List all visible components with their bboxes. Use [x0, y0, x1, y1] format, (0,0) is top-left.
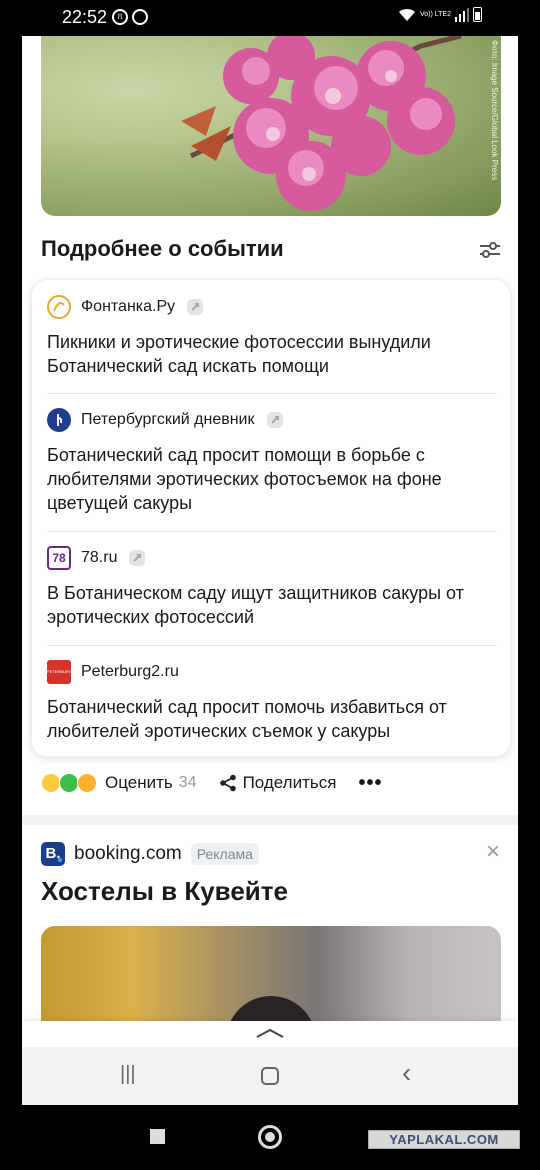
- app-nav-bar: ||| ‹: [22, 1047, 518, 1105]
- news-title: Пикники и эротические фотосессии вынудил…: [47, 332, 431, 376]
- 78-icon: 78: [47, 546, 71, 570]
- home-button[interactable]: [260, 1066, 280, 1086]
- divider: [47, 645, 497, 646]
- photo-credit: Фото: Image Source/Global Look Press: [490, 40, 499, 181]
- home-circle-icon[interactable]: [258, 1125, 282, 1149]
- rocket-icon: [187, 299, 204, 315]
- laugh-emoji-icon: [41, 773, 61, 793]
- recents-button[interactable]: |||: [120, 1063, 136, 1086]
- network-label: Vo)) LTE2: [420, 10, 451, 18]
- peterburg2-icon: PETERBURG: [47, 660, 71, 684]
- share-icon: [219, 774, 236, 792]
- clock: 22:52: [62, 7, 108, 27]
- source-name: Фонтанка.Ру: [81, 298, 176, 315]
- source-name: 78.ru: [81, 549, 118, 566]
- feed-separator: [22, 815, 518, 825]
- surprised-emoji-icon: [77, 773, 97, 793]
- news-title: Ботанический сад просит помощи в борьбе …: [47, 445, 442, 513]
- app-screen: Фото: Image Source/Global Look Press Под…: [22, 36, 518, 1105]
- rate-button[interactable]: Оценить: [105, 773, 173, 793]
- chevron-up-icon: [256, 1028, 284, 1038]
- action-row: Оценить 34 Поделиться •••: [41, 769, 382, 797]
- signal-icon: [455, 7, 469, 22]
- shield-icon: [132, 9, 148, 25]
- thumbs-up-emoji-icon: [59, 773, 79, 793]
- source-name: Петербургский дневник: [81, 411, 255, 428]
- ad-header[interactable]: B. booking.com Реклама: [41, 842, 259, 866]
- source-name: Peterburg2.ru: [81, 663, 179, 680]
- related-news-card: Фонтанка.Ру Пикники и эротические фотосе…: [31, 279, 511, 757]
- bottom-sheet-handle[interactable]: [22, 1021, 518, 1047]
- pi-icon: π: [112, 9, 128, 25]
- section-title: Подробнее о событии: [41, 236, 284, 261]
- fontanka-icon: [47, 295, 71, 319]
- wifi-icon: [399, 8, 415, 21]
- news-item[interactable]: 78 78.ru В Ботаническом саду ищут защитн…: [47, 546, 497, 629]
- close-icon[interactable]: ×: [486, 840, 500, 864]
- news-title: В Ботаническом саду ищут защитников саку…: [47, 583, 464, 627]
- booking-logo: B.: [41, 842, 65, 866]
- news-item[interactable]: Петербургский дневник Ботанический сад п…: [47, 408, 497, 515]
- status-bar: 22:52 π Vo)) LTE2: [0, 0, 540, 36]
- rate-count: 34: [178, 774, 197, 791]
- rocket-icon: [266, 412, 283, 428]
- back-button[interactable]: ‹: [402, 1057, 411, 1089]
- share-button[interactable]: Поделиться: [219, 773, 337, 793]
- sakura-photo[interactable]: Фото: Image Source/Global Look Press: [41, 36, 501, 216]
- reaction-emojis[interactable]: [41, 773, 97, 793]
- rocket-icon: [129, 550, 146, 566]
- ad-badge: Реклама: [190, 843, 259, 865]
- news-item[interactable]: PETERBURG Peterburg2.ru Ботанический сад…: [47, 660, 497, 743]
- news-item[interactable]: Фонтанка.Ру Пикники и эротические фотосе…: [47, 295, 497, 378]
- share-label: Поделиться: [242, 773, 337, 792]
- sakura-illustration: [181, 36, 462, 211]
- divider: [47, 531, 497, 532]
- more-menu-button[interactable]: •••: [358, 772, 382, 795]
- news-title: Ботанический сад просит помочь избавитьс…: [47, 697, 447, 741]
- spbdnevnik-icon: [47, 408, 71, 432]
- battery-icon: [473, 7, 482, 22]
- divider: [47, 393, 497, 394]
- ad-title[interactable]: Хостелы в Кувейте: [41, 876, 288, 907]
- filter-icon[interactable]: [478, 240, 502, 260]
- watermark: YAPLAKAL.COM: [368, 1130, 520, 1149]
- system-nav-bar: YAPLAKAL.COM: [0, 1105, 540, 1170]
- square-nav-icon[interactable]: [150, 1129, 165, 1144]
- ad-brand: booking.com: [74, 843, 182, 864]
